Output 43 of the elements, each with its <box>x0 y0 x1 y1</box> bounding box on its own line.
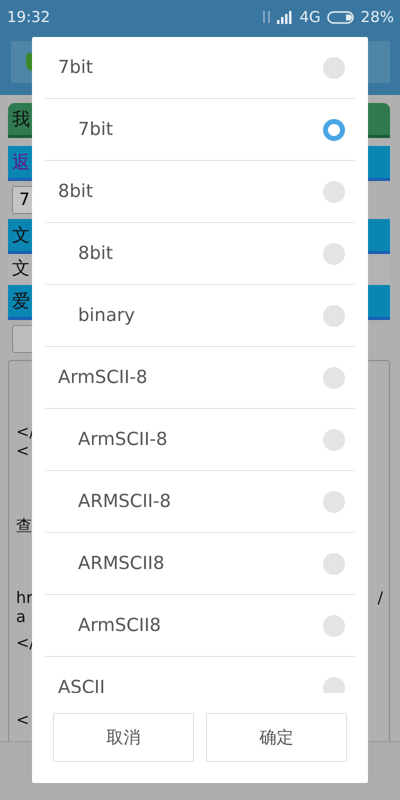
dialog-button[interactable]: 取消 <box>53 713 194 762</box>
option-label: 7bit <box>58 57 94 78</box>
code-line: a <box>16 607 26 628</box>
option-label: 7bit <box>78 119 114 140</box>
signal-icon <box>277 10 294 24</box>
encoding-option[interactable]: 8bit <box>45 161 355 223</box>
radio-button[interactable] <box>323 366 345 388</box>
radio-button[interactable] <box>323 180 345 202</box>
radio-button[interactable] <box>323 242 345 264</box>
radio-button[interactable] <box>323 552 345 574</box>
battery-level: 28% <box>360 8 394 26</box>
code-fragment: / <box>378 588 383 607</box>
dialog-button[interactable]: 确定 <box>206 713 347 762</box>
clock: 19:32 <box>7 8 50 26</box>
encoding-option[interactable]: 8bit <box>45 223 355 285</box>
code-line: hr <box>16 588 33 607</box>
code-line: 查 <box>16 516 32 537</box>
encoding-option[interactable]: ArmSCII8 <box>45 595 355 657</box>
option-label: ARMSCII8 <box>78 553 166 574</box>
option-label: ArmSCII8 <box>78 615 162 636</box>
option-label: ArmSCII-8 <box>78 429 168 450</box>
option-label: 8bit <box>58 181 94 202</box>
encoding-option[interactable]: 7bit <box>45 99 355 161</box>
encoding-option[interactable]: binary <box>45 285 355 347</box>
battery-icon <box>326 10 355 24</box>
radio-button[interactable] <box>323 56 345 78</box>
encoding-option[interactable]: ARMSCII8 <box>45 533 355 595</box>
option-label: ASCII <box>58 677 106 693</box>
encoding-option[interactable]: 7bit <box>45 37 355 99</box>
radio-button[interactable] <box>323 614 345 636</box>
network-type: 4G <box>299 8 321 26</box>
radio-button[interactable] <box>323 304 345 326</box>
code-line: < <box>16 710 30 729</box>
radio-button[interactable] <box>323 118 345 140</box>
encoding-option[interactable]: ARMSCII-8 <box>45 471 355 533</box>
radio-button[interactable] <box>323 490 345 512</box>
option-label: ARMSCII-8 <box>78 491 172 512</box>
option-label: ArmSCII-8 <box>58 367 148 388</box>
encoding-option[interactable]: ArmSCII-8 <box>45 409 355 471</box>
code-line: < <box>16 441 30 462</box>
radio-button[interactable] <box>323 428 345 450</box>
encoding-option[interactable]: ArmSCII-8 <box>45 347 355 409</box>
radio-button[interactable] <box>323 676 345 693</box>
